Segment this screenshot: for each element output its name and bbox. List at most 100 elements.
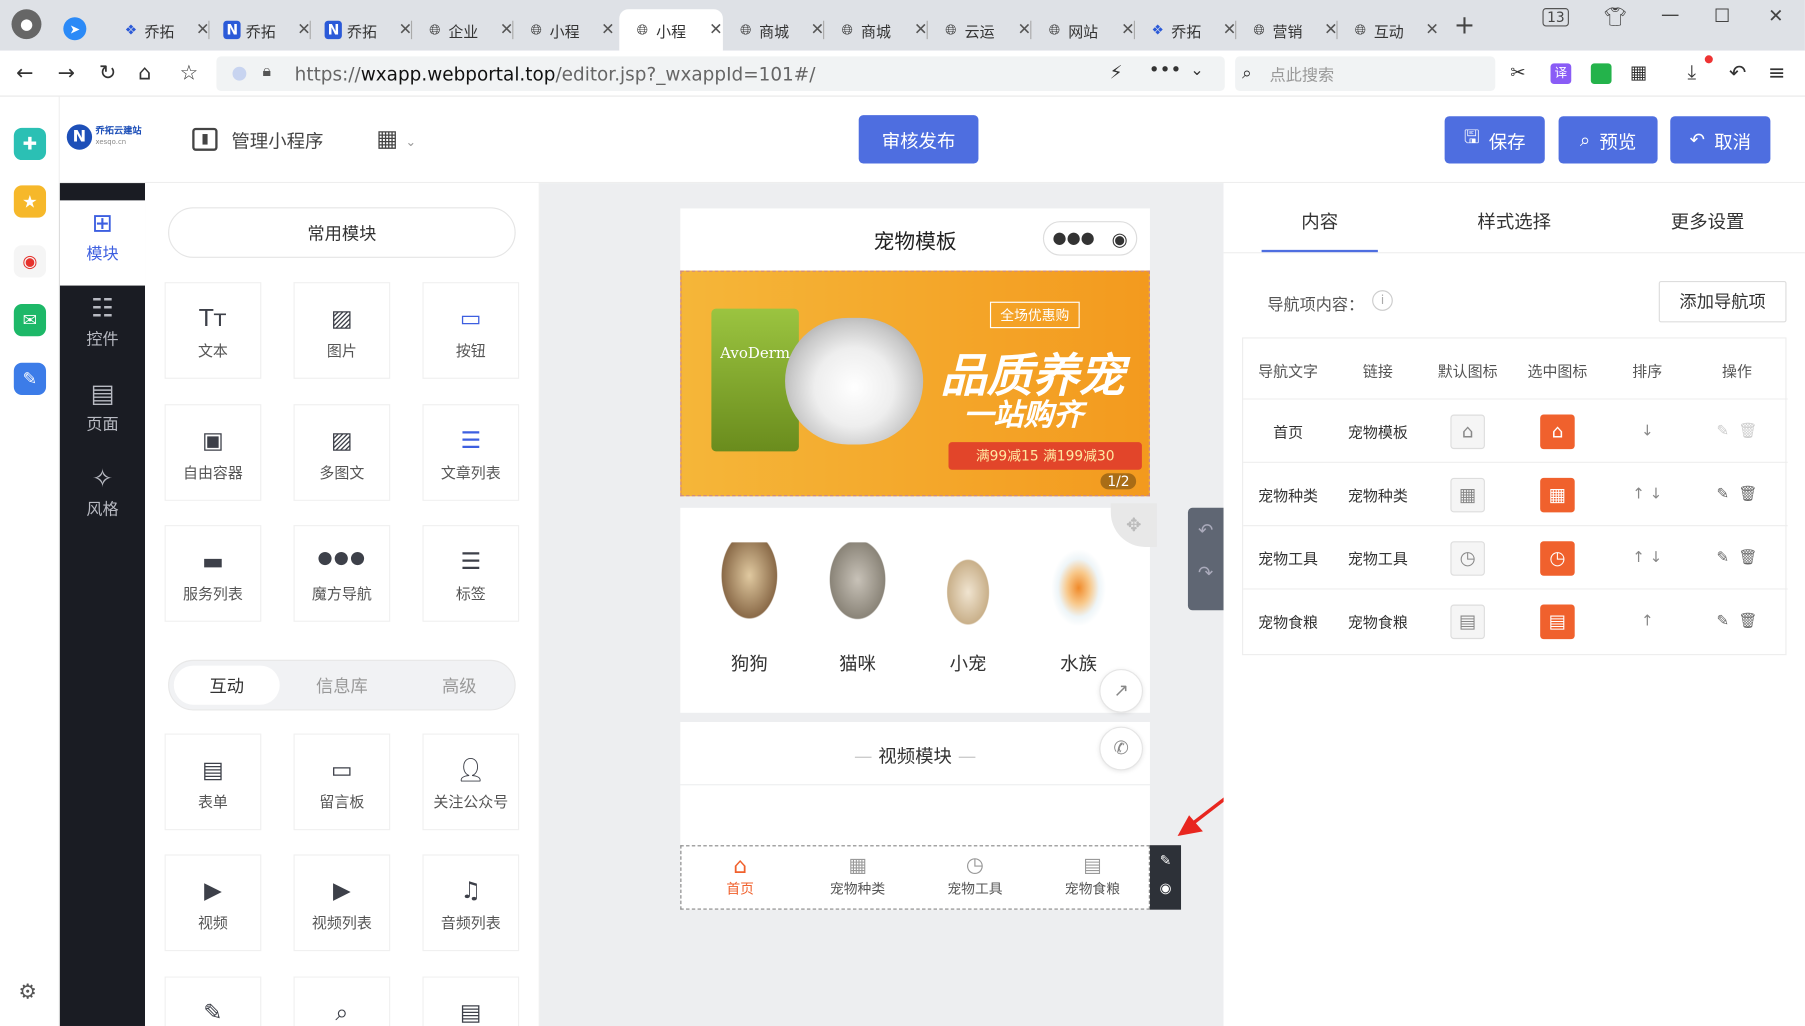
close-icon[interactable]: ✕ (297, 21, 311, 39)
preview-button[interactable]: ⌕ 预览 (1558, 116, 1658, 164)
manage-miniapp-button[interactable]: ▮ 管理小程序 (192, 126, 323, 154)
nav-link[interactable]: 宠物食粮 (1333, 590, 1423, 653)
module-article-list[interactable]: ☰ 文章列表 (422, 404, 520, 501)
browser-tab[interactable]: 🌐︎ 商城 ✕ (824, 9, 928, 50)
tabbar-item-home[interactable]: ⌂ 首页 (681, 853, 798, 898)
module-form[interactable]: ▤ 表单 (164, 733, 262, 831)
module-follow-account[interactable]: 👤︎ 关注公众号 (422, 733, 520, 831)
module-video-list[interactable]: ▶ 视频列表 (293, 854, 391, 952)
home-icon[interactable]: ⌂ (1540, 413, 1575, 449)
home-icon[interactable]: ⌂ (138, 61, 151, 85)
sidebar-item-modules[interactable]: ⊞ 模块 (59, 200, 146, 286)
close-icon[interactable]: ✕ (1425, 21, 1439, 39)
drag-handle-icon[interactable]: ✥ (1110, 503, 1157, 547)
sidebar-item-pages[interactable]: ▤ 页面 (60, 371, 145, 456)
url-field[interactable]: 🔒︎ https://wxapp.webportal.top/editor.js… (216, 56, 1225, 91)
sort-arrows[interactable]: ↑ ↓ (1602, 526, 1692, 589)
doc-icon[interactable]: ▤ (1540, 603, 1575, 639)
module-video[interactable]: ▶ 视频 (164, 854, 262, 952)
close-icon[interactable]: ✕ (914, 21, 928, 39)
module-button[interactable]: ▭ 按钮 (422, 282, 520, 379)
banner[interactable]: AvoDerm 全场优惠购 品质养宠 一站购齐 满99减15 满199减30 1… (680, 270, 1150, 497)
lightning-icon[interactable]: ⚡︎ (1110, 61, 1123, 83)
wechat-icon[interactable] (1590, 63, 1612, 85)
add-nav-item-button[interactable]: 添加导航项 (1658, 280, 1787, 323)
star-icon[interactable]: ★ (13, 185, 47, 218)
close-icon[interactable]: ✕ (399, 21, 413, 39)
send-icon[interactable]: ➤ (63, 17, 87, 41)
edit-icon[interactable]: ✎ (1716, 423, 1729, 440)
shirt-icon[interactable]: 👕︎ (1603, 6, 1626, 28)
doc-icon[interactable]: ▤ (1450, 603, 1485, 639)
apps-grid-icon[interactable]: ▦ (1630, 61, 1647, 83)
browser-tab[interactable]: N 乔拓 ✕ (311, 9, 413, 50)
home-icon[interactable]: ⌂ (1450, 413, 1485, 449)
browser-tab[interactable]: 🌐︎ 网站 ✕ (1031, 9, 1135, 50)
edit-icon[interactable]: ✎ (1716, 613, 1729, 630)
window-close-icon[interactable]: ✕ (1768, 5, 1783, 27)
back-icon[interactable]: ← (16, 61, 33, 85)
save-button[interactable]: 🖫 保存 (1444, 116, 1545, 164)
module-more[interactable]: ✎ (164, 976, 262, 1026)
edit-icon[interactable]: ✎ (1716, 486, 1729, 503)
sort-arrows[interactable]: ↑ (1602, 590, 1692, 653)
tab-info-library[interactable]: 信息库 (289, 666, 395, 705)
pencil-icon[interactable]: ✎ (1150, 852, 1181, 868)
close-icon[interactable]: ✕ (811, 21, 825, 39)
tab-more-settings[interactable]: 更多设置 (1650, 206, 1766, 234)
close-icon[interactable]: ✕ (500, 21, 514, 39)
weibo-icon[interactable]: ◉ (13, 245, 47, 278)
tab-style-select[interactable]: 样式选择 (1456, 206, 1572, 234)
nav-link[interactable]: 宠物模板 (1333, 400, 1423, 463)
note-icon[interactable]: ✎ (13, 362, 47, 395)
forward-icon[interactable]: → (58, 61, 75, 85)
browser-tab[interactable]: ❖ 乔拓 ✕ (1135, 9, 1237, 50)
video-module[interactable]: — 视频模块 — (680, 721, 1150, 785)
favorite-icon[interactable]: ☆ (180, 61, 199, 85)
delete-icon[interactable]: 🗑︎ (1739, 549, 1758, 566)
module-audio-list[interactable]: ♫ 音频列表 (422, 854, 520, 952)
tabbar-item-pet-types[interactable]: ▦ 宠物种类 (799, 853, 916, 898)
eye-icon[interactable]: ◉ (1150, 880, 1181, 896)
sidebar-item-controls[interactable]: ☷ 控件 (60, 286, 145, 371)
share-icon[interactable]: ↗ (1099, 669, 1144, 713)
phone-tab-bar[interactable]: ⌂ 首页 ▦ 宠物种类 ◷ 宠物工具 ▤ 宠物食粮 (680, 845, 1151, 910)
browser-profile-icon[interactable]: ● (11, 9, 42, 40)
clock-icon[interactable]: ◷ (1540, 540, 1575, 576)
module-image[interactable]: ▨ 图片 (293, 282, 391, 379)
menu-icon[interactable]: ≡ (1768, 61, 1785, 85)
tabbar-item-pet-tools[interactable]: ◷ 宠物工具 (916, 853, 1033, 898)
capsule-menu[interactable]: ●●● ◉ (1042, 221, 1138, 256)
module-free-container[interactable]: ▣ 自由容器 (164, 404, 262, 501)
module-text[interactable]: Tт 文本 (164, 282, 262, 379)
close-icon[interactable]: ✕ (1324, 21, 1338, 39)
chevron-down-icon[interactable]: ⌄ (1190, 61, 1204, 79)
browser-tab[interactable]: 🌐︎ 互动 ✕ (1338, 9, 1439, 50)
mail-icon[interactable]: ✉ (13, 303, 47, 337)
undo-icon[interactable]: ↶ (1729, 61, 1746, 85)
nav-link[interactable]: 宠物种类 (1333, 463, 1423, 526)
sort-arrows[interactable]: ↓ (1602, 400, 1692, 463)
cancel-button[interactable]: ↶ 取消 (1670, 116, 1771, 164)
search-field[interactable]: ⌕ 点此搜索 (1235, 56, 1496, 91)
browser-tab[interactable]: 🌐︎ 商城 ✕ (723, 9, 825, 50)
module-more[interactable]: ⌕ (293, 976, 391, 1026)
scissors-icon[interactable]: ✂ (1510, 61, 1525, 83)
close-icon[interactable]: ✕ (601, 21, 615, 39)
module-service-list[interactable]: ▬ 服务列表 (164, 525, 262, 622)
close-icon[interactable]: ✕ (1223, 21, 1237, 39)
category-item[interactable]: 水族 (1042, 542, 1116, 676)
tabbar-item-pet-food[interactable]: ▤ 宠物食粮 (1034, 853, 1151, 898)
browser-tab[interactable]: ❖ 乔拓 ✕ (108, 9, 210, 50)
module-tag[interactable]: ☰ 标签 (422, 525, 520, 622)
nav-link[interactable]: 宠物工具 (1333, 526, 1423, 589)
qr-code-icon[interactable]: ▦ ⌄ (376, 124, 416, 152)
browser-tab[interactable]: N 乔拓 ✕ (210, 9, 311, 50)
grid-icon[interactable]: ▦ (1540, 477, 1575, 512)
tab-interactive[interactable]: 互动 (173, 665, 280, 705)
translate-icon[interactable]: 译 (1550, 63, 1572, 85)
tab-content[interactable]: 内容 (1262, 206, 1378, 234)
maximize-icon[interactable]: ☐ (1714, 5, 1731, 27)
module-multi-image[interactable]: ▨ 多图文 (293, 404, 391, 501)
grid-icon[interactable]: ▦ (1450, 477, 1485, 512)
